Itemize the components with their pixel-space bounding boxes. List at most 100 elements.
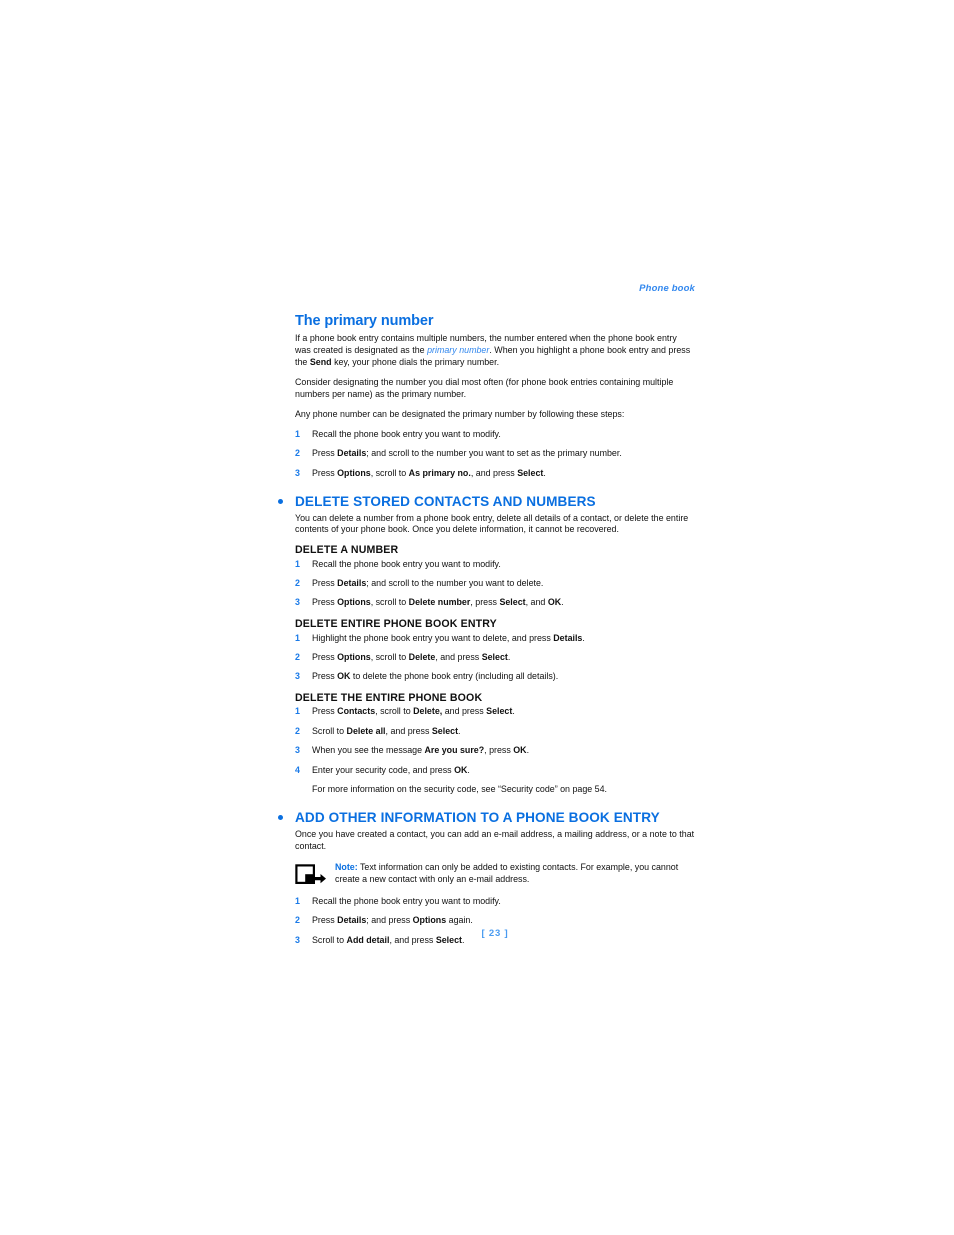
step-item: 1 Recall the phone book entry you want to… (295, 429, 695, 441)
step-text: Recall the phone book entry you want to … (312, 429, 501, 439)
step-text: Highlight the phone book entry you want … (312, 633, 585, 643)
page-content-column: Phone book The primary number If a phone… (278, 283, 695, 947)
text-run: , and press (470, 467, 518, 478)
text-run: to delete the phone book entry (includin… (350, 671, 559, 682)
section-delete-stored-contacts-and-numbers: DELETE STORED CONTACTS AND NUMBERS You c… (278, 493, 695, 796)
steps-delete-entire-phone-book-entry: 1 Highlight the phone book entry you want… (295, 633, 695, 684)
text-run: Press (312, 467, 338, 478)
step-number: 3 (295, 467, 300, 478)
step-number: 3 (295, 745, 300, 756)
note-body: Text information can only be added to ex… (335, 861, 679, 884)
text-run: Press (312, 597, 338, 608)
step-number: 2 (295, 448, 300, 459)
text-run: Press (312, 577, 338, 588)
ui-key-label: OK (513, 745, 527, 756)
ui-key-label: As primary no. (408, 467, 471, 478)
text-run: Recall the phone book entry you want to … (312, 428, 501, 439)
ui-key-label: Contacts (337, 706, 376, 717)
step-item: 2 Scroll to Delete all, and press Select. (295, 726, 695, 738)
text-run: , scroll to (370, 467, 409, 478)
text-run: . (507, 651, 511, 662)
heading-the-primary-number: The primary number (295, 313, 434, 329)
heading-delete-stored-contacts-and-numbers: DELETE STORED CONTACTS AND NUMBERS (278, 493, 695, 511)
step-text: When you see the message Are you sure?, … (312, 745, 529, 755)
page-number-folio: [ 23 ] (481, 928, 509, 939)
document-page: { "header": { "running_head": "Phone boo… (0, 0, 954, 1235)
text-run: and press (442, 706, 487, 717)
paragraph-add-other-info-intro: Once you have created a contact, you can… (295, 829, 695, 851)
step-text: Press OK to delete the phone book entry … (312, 671, 558, 681)
text-run: . (458, 725, 461, 736)
ui-key-label: Delete number (408, 597, 471, 608)
ui-key-label: Delete (408, 651, 436, 662)
step-number: 2 (295, 725, 300, 736)
section-the-primary-number: The primary number If a phone book entry… (295, 313, 695, 480)
text-run: , and (525, 597, 548, 608)
section-add-other-information: ADD OTHER INFORMATION TO A PHONE BOOK EN… (278, 810, 695, 947)
paragraph-any-phone-number: Any phone number can be designated the p… (295, 408, 625, 419)
text-run: , scroll to (375, 706, 414, 717)
step-text: Press Details; and press Options again. (312, 915, 473, 925)
text-run: . (561, 597, 564, 608)
ui-key-label: Details (337, 448, 367, 459)
key-label-send: Send (309, 357, 332, 368)
step-item: 3 When you see the message Are you sure?,… (295, 745, 695, 757)
inline-link-primary-number[interactable]: primary number (427, 345, 489, 355)
step-text: Enter your security code, and press OK. (312, 765, 470, 775)
text-run: Recall the phone book entry you want to … (312, 895, 501, 906)
heading-add-other-information-to-a-phone-book-entry: ADD OTHER INFORMATION TO A PHONE BOOK EN… (278, 810, 695, 827)
step-text: Press Details; and scroll to the number … (312, 578, 543, 588)
ui-key-label: Select (431, 725, 459, 736)
ui-key-label: Select (486, 706, 513, 717)
step-item: 4 Enter your security code, and press OK. (295, 765, 695, 777)
bullet-dot-icon (278, 815, 283, 821)
heading-delete-the-entire-phone-book: DELETE THE ENTIRE PHONE BOOK (295, 692, 483, 705)
note-label: Note: (335, 861, 358, 872)
ui-key-label: Options (412, 915, 447, 926)
step-number: 2 (295, 577, 300, 588)
step-item: 1 Recall the phone book entry you want to… (295, 559, 695, 571)
text-run: , scroll to (370, 597, 409, 608)
steps-delete-the-entire-phone-book: 1 Press Contacts, scroll to Delete, and p… (295, 706, 695, 776)
heading-text: DELETE STORED CONTACTS AND NUMBERS (295, 493, 596, 509)
heading-text: ADD OTHER INFORMATION TO A PHONE BOOK EN… (295, 810, 660, 826)
note-arrow-icon (295, 864, 327, 885)
step-number: 3 (295, 597, 300, 608)
text-run: When you see the message (312, 745, 425, 756)
ui-key-label: Delete all (346, 725, 386, 736)
text-run: , and press (435, 651, 482, 662)
text-run: Press (312, 671, 338, 682)
step-item: 2 Press Details; and scroll to the number… (295, 578, 695, 590)
heading-delete-entire-phone-book-entry: DELETE ENTIRE PHONE BOOK ENTRY (295, 618, 497, 631)
step-item: 2 Press Details; and scroll to the number… (295, 448, 695, 460)
text-run: , press (484, 745, 514, 756)
step-text: Press Details; and scroll to the number … (312, 448, 622, 458)
heading-delete-a-number: DELETE A NUMBER (295, 544, 399, 557)
ui-key-label: Details (337, 577, 367, 588)
note-callout: Note: Text information can only be added… (295, 862, 695, 886)
step-text: Recall the phone book entry you want to … (312, 896, 501, 906)
text-run: ; and scroll to the number you want to s… (366, 448, 622, 459)
step-text: Recall the phone book entry you want to … (312, 559, 501, 569)
note-text: Note: Text information can only be added… (335, 862, 695, 886)
note-security-code-reference: For more information on the security cod… (312, 784, 607, 795)
text-run: ; and scroll to the number you want to d… (366, 577, 544, 588)
step-number: 1 (295, 895, 300, 906)
paragraph-consider-designating: Consider designating the number you dial… (295, 377, 674, 400)
ui-key-label: Delete, (413, 706, 443, 717)
ui-key-label: Are you sure? (424, 745, 485, 756)
step-item: 1 Press Contacts, scroll to Delete, and p… (295, 706, 695, 718)
text-run: , press (470, 597, 500, 608)
text-run: , and press (385, 725, 432, 736)
step-number: 4 (295, 764, 300, 775)
text-run: Recall the phone book entry you want to … (312, 558, 501, 569)
step-number: 1 (295, 428, 300, 439)
step-number: 1 (295, 558, 300, 569)
text-run: . (543, 467, 546, 478)
ui-key-label: Details (553, 632, 583, 643)
steps-delete-a-number: 1 Recall the phone book entry you want to… (295, 559, 695, 610)
step-text: Press Options, scroll to Delete, and pre… (312, 652, 510, 662)
ui-key-label: OK (454, 764, 468, 775)
text-run: ; and press (366, 915, 413, 926)
